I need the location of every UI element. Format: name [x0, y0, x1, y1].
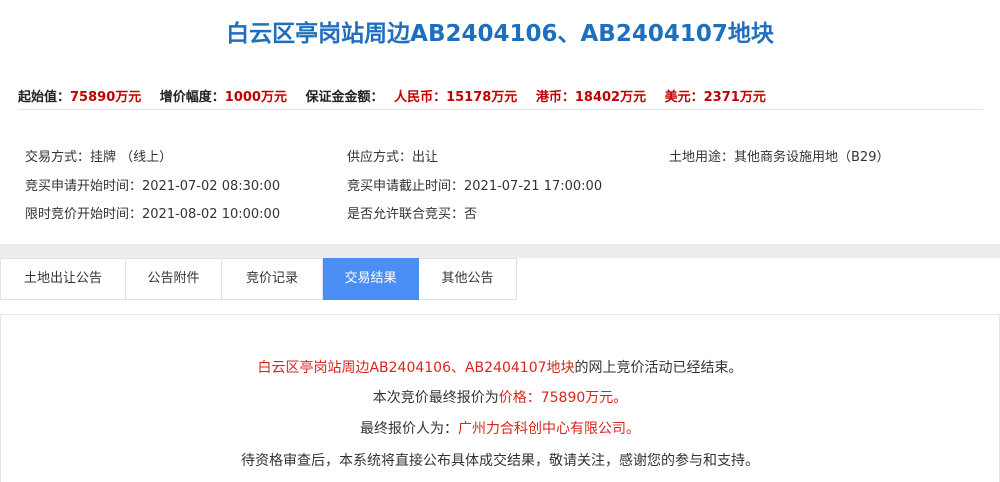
usd-label: 美元：: [664, 90, 704, 105]
trade-mode-value: 挂牌 （线上）: [90, 150, 173, 165]
result-line-3: 最终报价人为：广州力合科创中心有限公司。: [0, 418, 1000, 438]
apply-start: 竞买申请开始时间：2021-07-02 08:30:00: [25, 175, 280, 194]
land-use: 土地用途：其他商务设施用地（B29）: [669, 146, 889, 165]
land-use-value: 其他商务设施用地（B29）: [734, 150, 890, 165]
result-line-4: 待资格审查后，本系统将直接公布具体成交结果，敬请关注，感谢您的参与和支持。: [241, 453, 759, 469]
joint-bid-label: 是否允许联合竞买：: [347, 207, 465, 222]
hkd-label: 港币：: [535, 90, 575, 105]
result-line-1-suffix: 的网上竞价活动已经结束。: [574, 360, 743, 376]
price-bar: 起始值：75890万元 增价幅度：1000万元 保证金金额： 人民币：15178…: [18, 86, 983, 105]
result-line-1: 白云区亭岗站周边AB2404106、AB2404107地块的网上竞价活动已经结束…: [0, 357, 1000, 377]
tab-bid-records[interactable]: 竞价记录: [222, 258, 323, 300]
tab-land-announcement[interactable]: 土地出让公告: [0, 258, 126, 300]
tab-trade-result[interactable]: 交易结果: [323, 258, 419, 300]
usd-value: 2371万元: [703, 90, 766, 105]
result-land-name: 白云区亭岗站周边AB2404106、AB2404107地块: [257, 360, 575, 376]
final-price: 价格：75890万元。: [498, 390, 628, 406]
hkd-value: 18402万元: [574, 90, 647, 105]
start-price-label: 起始值：: [18, 90, 71, 105]
tab-other-announcements[interactable]: 其他公告: [419, 258, 517, 300]
apply-end-label: 竞买申请截止时间：: [347, 179, 465, 194]
joint-bid: 是否允许联合竞买：否: [347, 203, 477, 222]
trade-mode-label: 交易方式：: [25, 150, 91, 165]
apply-start-label: 竞买申请开始时间：: [25, 179, 143, 194]
increment-value: 1000万元: [224, 90, 287, 105]
bid-start-label: 限时竞价开始时间：: [25, 207, 143, 222]
supply-mode-label: 供应方式：: [347, 150, 413, 165]
apply-end: 竞买申请截止时间：2021-07-21 17:00:00: [347, 175, 602, 194]
increment-label: 增价幅度：: [159, 90, 225, 105]
rmb-value: 15178万元: [446, 90, 518, 105]
bid-start-value: 2021-08-02 10:00:00: [142, 207, 281, 222]
supply-mode: 供应方式：出让: [347, 146, 438, 165]
trade-mode: 交易方式：挂牌 （线上）: [25, 146, 172, 165]
joint-bid-value: 否: [464, 207, 478, 222]
tab-attachments[interactable]: 公告附件: [126, 258, 222, 300]
land-use-label: 土地用途：: [669, 150, 735, 165]
result-line-2-prefix: 本次竞价最终报价为: [372, 390, 499, 406]
deposit-label: 保证金金额：: [305, 90, 384, 105]
tab-bar: 土地出让公告 公告附件 竞价记录 交易结果 其他公告: [0, 258, 517, 300]
result-line-3-prefix: 最终报价人为：: [360, 421, 458, 437]
start-price-value: 75890万元: [70, 90, 142, 105]
final-bidder: 广州力合科创中心有限公司。: [458, 421, 640, 437]
apply-start-value: 2021-07-02 08:30:00: [142, 179, 281, 194]
apply-end-value: 2021-07-21 17:00:00: [464, 179, 603, 194]
rmb-label: 人民币：: [394, 90, 447, 105]
section-separator: [0, 244, 1000, 258]
result-line-2: 本次竞价最终报价为价格：75890万元。: [0, 387, 1000, 407]
bid-start: 限时竞价开始时间：2021-08-02 10:00:00: [25, 203, 280, 222]
supply-mode-value: 出让: [412, 150, 439, 165]
page-title: 白云区亭岗站周边AB2404106、AB2404107地块: [226, 21, 774, 47]
divider: [18, 109, 983, 110]
